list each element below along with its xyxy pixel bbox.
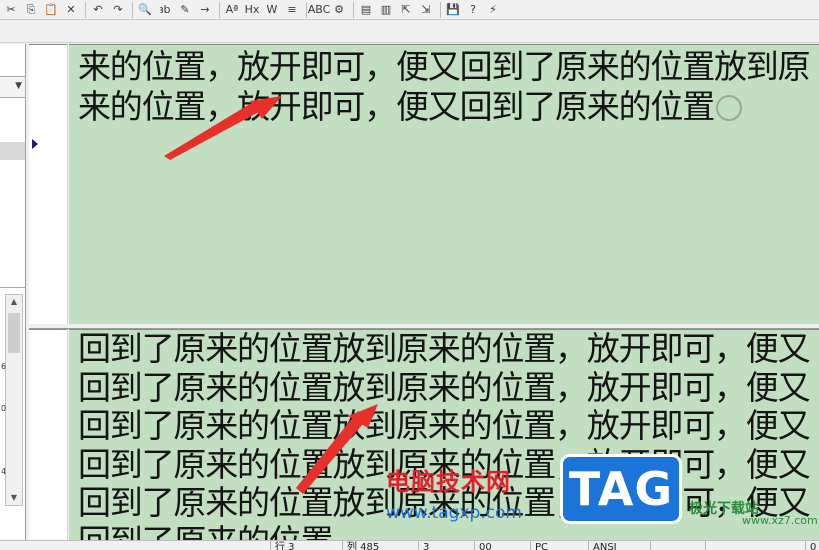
toolbar-strip — [0, 21, 819, 43]
status-bar: 行 3 列 485 3 00 PC ANSI 0 — [0, 540, 819, 550]
toolbar: ✂ ⎘ 📋 ✕ ↶ ↷ 🔍 ꜣb ✎ → Aª Hx W ≡ ABC ⚙ ▤ ▥ ⇱ ⇲ 💾? ⚡ — [0, 0, 819, 20]
abc-sort-icon[interactable]: ABC — [308, 2, 331, 18]
toolbar-separator — [219, 1, 220, 18]
save-icon[interactable]: 💾 — [444, 2, 462, 18]
word-wrap-icon[interactable]: W — [263, 2, 281, 18]
left-number: 0 — [1, 404, 7, 413]
status-line: 行 3 — [270, 541, 295, 550]
font-icon[interactable]: Aª — [223, 2, 241, 18]
left-scrollbar[interactable]: ▲ ▼ — [5, 294, 23, 506]
status-right: 0 — [805, 541, 816, 550]
undo-icon[interactable]: ↶ — [89, 2, 107, 18]
status-num: 00 — [474, 541, 492, 550]
file-list[interactable] — [0, 98, 25, 288]
editor-pane-top[interactable]: 来的位置，放开即可，便又回到了原来的位置放到原来的位置，放开即可，便又回到了原来… — [69, 44, 819, 324]
column-icon[interactable]: ▥ — [377, 2, 395, 18]
export-icon[interactable]: ⇱ — [397, 2, 415, 18]
list-icon[interactable]: ▤ — [357, 2, 375, 18]
left-number: 6 — [1, 362, 7, 371]
toolbar-separator — [353, 1, 354, 18]
editor-text-top-content: 来的位置，放开即可，便又回到了原来的位置放到原来的位置，放开即可，便又回到了原来… — [78, 47, 811, 126]
find-icon[interactable]: 🔍 — [136, 2, 154, 18]
replace-icon[interactable]: ꜣb — [156, 2, 174, 18]
scroll-up-icon[interactable]: ▲ — [6, 295, 22, 309]
left-number: 4 — [1, 467, 7, 476]
import-icon[interactable]: ⇲ — [417, 2, 435, 18]
file-list-selected-item[interactable] — [0, 142, 25, 160]
hex-icon[interactable]: Hx — [243, 2, 261, 18]
plugin-icon[interactable]: ⚡ — [484, 2, 502, 18]
editor-text-top[interactable]: 来的位置，放开即可，便又回到了原来的位置放到原来的位置，放开即可，便又回到了原来… — [78, 47, 819, 127]
toolbar-separator — [440, 1, 441, 18]
status-blank — [705, 541, 710, 550]
status-col: 列 485 — [342, 541, 379, 550]
panel-dropdown[interactable]: ▼ — [0, 76, 26, 98]
current-line-marker-icon — [32, 139, 38, 149]
delete-icon[interactable]: ✕ — [62, 2, 80, 18]
paste-icon[interactable]: 📋 — [42, 2, 60, 18]
settings-icon[interactable]: ⚙ — [330, 2, 348, 18]
status-encoding: ANSI — [588, 541, 617, 550]
scrollbar-thumb[interactable] — [8, 313, 20, 353]
scroll-down-icon[interactable]: ▼ — [6, 491, 22, 505]
toolbar-separator — [132, 1, 133, 18]
watermark-site-url: www.tagxp.com — [386, 503, 522, 523]
cut-icon[interactable]: ✂ — [2, 2, 20, 18]
redo-icon[interactable]: ↷ — [109, 2, 127, 18]
status-sel: 3 — [418, 541, 429, 550]
toolbar-separator — [85, 1, 86, 18]
paragraph-mark-icon — [716, 95, 743, 121]
find-in-files-icon[interactable]: ✎ — [176, 2, 194, 18]
help-icon[interactable]: ? — [464, 2, 482, 18]
chevron-down-icon: ▼ — [15, 81, 22, 91]
indent-icon[interactable]: ≡ — [283, 2, 301, 18]
watermark-logo: TAG — [560, 454, 682, 524]
goto-icon[interactable]: → — [196, 2, 214, 18]
copy-icon[interactable]: ⎘ — [22, 2, 40, 18]
status-blank — [650, 541, 655, 550]
watermark-site-name: 电脑技术网 — [386, 468, 511, 496]
line-gutter-bottom — [29, 329, 68, 540]
status-mode: PC — [530, 541, 548, 550]
line-gutter-top — [29, 44, 68, 324]
watermark-corner-url: www.xz7.com — [742, 514, 818, 527]
